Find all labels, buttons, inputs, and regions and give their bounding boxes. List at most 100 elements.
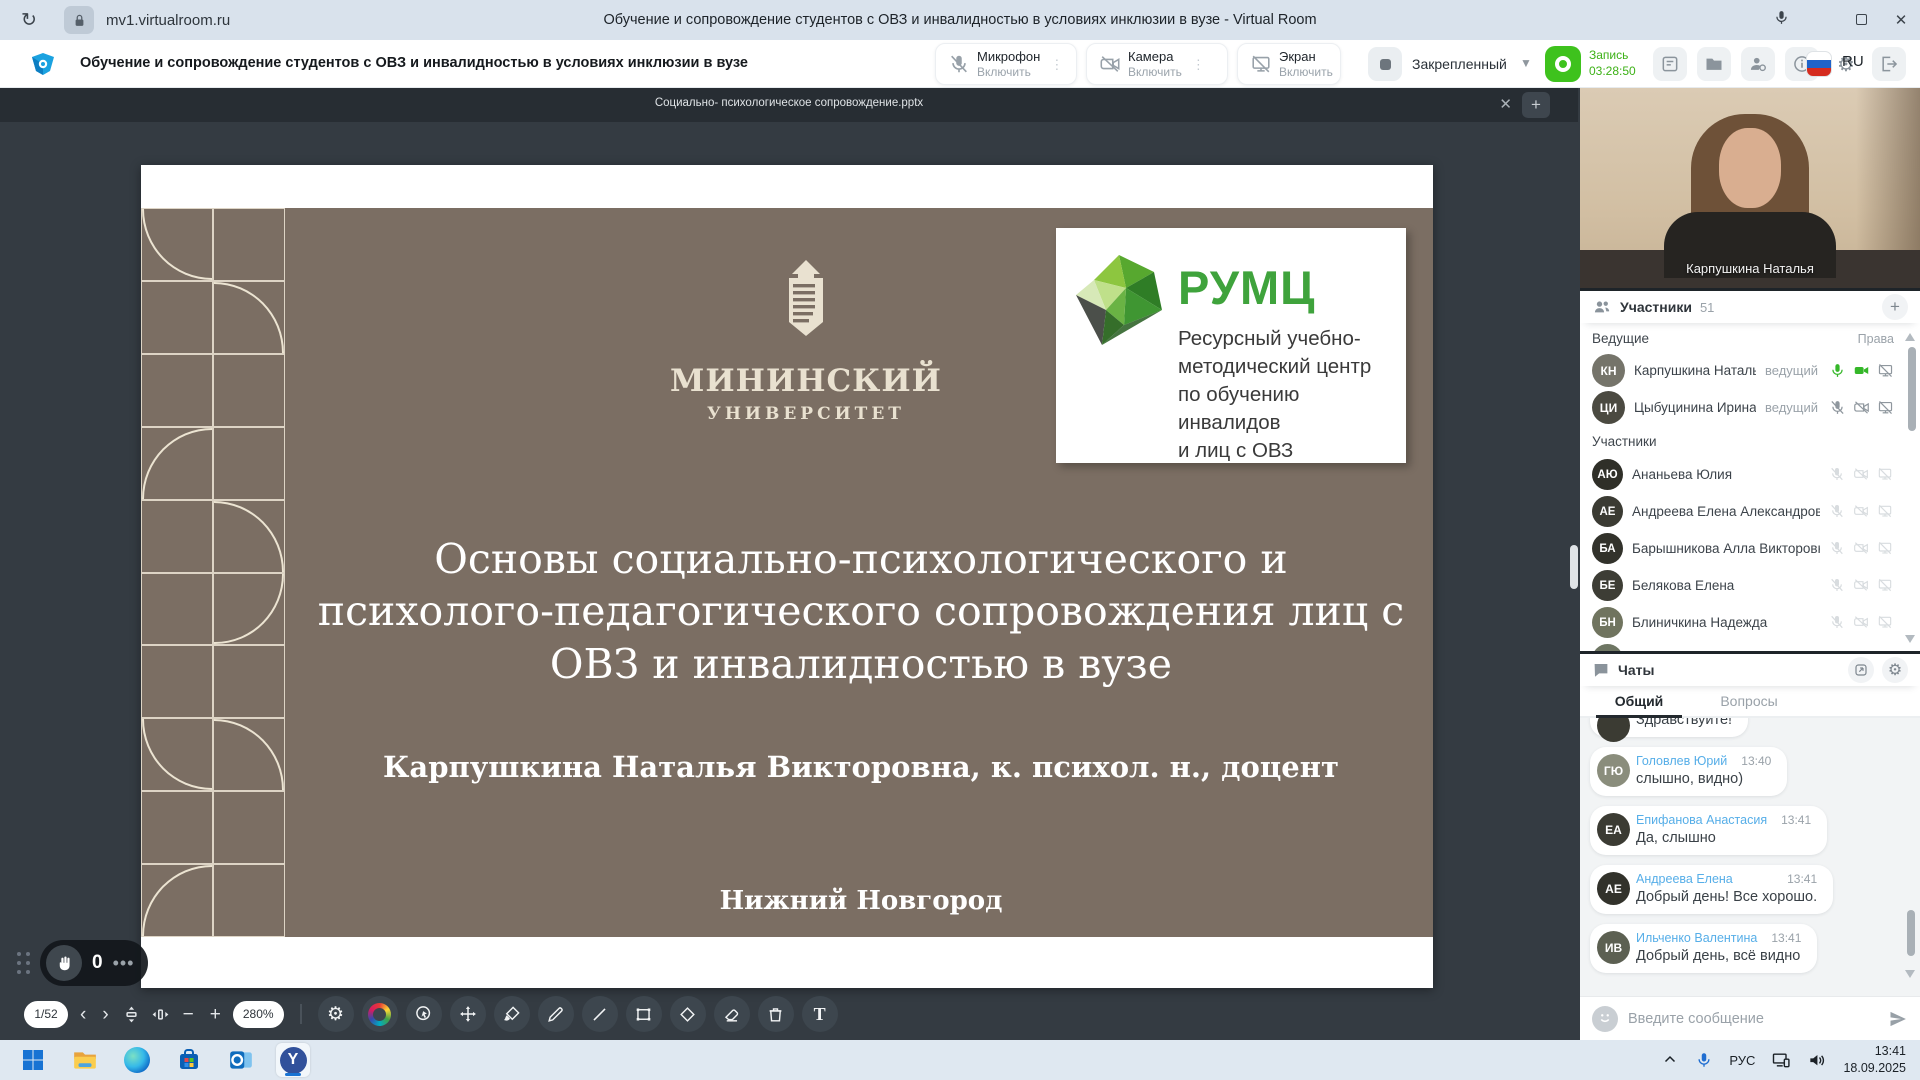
chat-scroll-down-arrow[interactable] [1905,970,1915,978]
pan-tool-button[interactable] [450,996,486,1032]
notes-panel-button[interactable] [1653,47,1687,81]
screen-off-icon[interactable] [1877,540,1894,557]
network-icon[interactable] [1771,1050,1791,1070]
edge-icon[interactable] [120,1043,154,1077]
participant-row[interactable]: БН Блиничкина Надежда [1592,604,1894,641]
chat-messages[interactable]: Здравствуйте! ГЮ Головлев Юрий13:40 слыш… [1580,718,1920,996]
zoom-out-button[interactable]: − [179,1005,198,1024]
camera-off-icon[interactable] [1853,466,1870,483]
add-participant-button[interactable]: + [1882,294,1908,320]
zoom-in-button[interactable]: + [206,1005,225,1024]
message-input[interactable] [1628,1011,1878,1027]
screen-share-button[interactable]: ЭкранВключить [1237,43,1341,85]
input-language-indicator[interactable]: РУС [1729,1053,1755,1068]
files-button[interactable] [1697,47,1731,81]
participant-row[interactable]: БЕ Белякова Елена [1592,567,1894,604]
fit-height-button[interactable] [121,1004,142,1025]
camera-on-icon[interactable] [1853,362,1870,379]
recording-indicator[interactable] [1545,46,1581,82]
leave-room-button[interactable] [1872,47,1906,81]
screen-off-icon[interactable] [1877,399,1894,416]
tab-audio-icon[interactable] [1773,9,1790,31]
host-row[interactable]: ЦИ Цыбуцинина Ирина Е... ведущий [1592,389,1894,426]
chat-settings-icon[interactable]: ⚙ [1882,657,1908,683]
mic-off-icon[interactable] [1829,399,1846,416]
language-flag-icon[interactable] [1802,47,1836,81]
document-add-icon[interactable]: + [1522,92,1550,118]
mic-off-icon[interactable] [1829,540,1846,557]
screen-off-icon[interactable] [1877,614,1894,631]
camera-toggle-button[interactable]: КамераВключить ⋮ [1086,43,1228,85]
send-message-icon[interactable] [1888,1009,1908,1029]
tray-expand-icon[interactable] [1661,1051,1679,1069]
brush-tool-button[interactable] [494,996,530,1032]
participants-scrollbar[interactable] [1908,347,1916,431]
close-button[interactable]: ✕ [1892,11,1910,29]
hand-more-dots[interactable]: ••• [113,953,135,974]
participant-row[interactable]: АЕ Андреева Елена Александровна [1592,493,1894,530]
start-button[interactable] [16,1043,50,1077]
mic-toggle-button[interactable]: МикрофонВключить ⋮ [935,43,1077,85]
camera-off-icon[interactable] [1853,540,1870,557]
color-picker-button[interactable] [362,996,398,1032]
screen-off-icon[interactable] [1877,362,1894,379]
line-tool-button[interactable] [582,996,618,1032]
slide-page[interactable]: МИНИНСКИЙ УНИВЕРСИТЕТ [141,165,1433,988]
camera-off-icon[interactable] [1853,503,1870,520]
participant-row[interactable]: АЮ Ананьева Юлия [1592,456,1894,493]
camera-off-icon[interactable] [1853,577,1870,594]
yandex-browser-icon[interactable]: Y [276,1043,310,1077]
tray-mic-icon[interactable] [1695,1051,1713,1069]
volume-icon[interactable] [1807,1050,1827,1070]
shape-tool-button[interactable] [670,996,706,1032]
layout-pin-icon[interactable] [1368,47,1402,81]
tab-questions[interactable]: Вопросы [1694,686,1804,716]
chat-scrollbar[interactable] [1907,910,1915,956]
rights-column-label[interactable]: Права [1858,332,1894,346]
mic-off-icon[interactable] [1829,503,1846,520]
tool-settings-button[interactable]: ⚙ [318,996,354,1032]
mic-off-icon[interactable] [1829,614,1846,631]
user-settings-button[interactable] [1741,47,1775,81]
toolbar-drag-grip[interactable] [14,950,32,976]
microsoft-store-icon[interactable] [172,1043,206,1077]
emoji-icon[interactable] [1592,1006,1618,1032]
screen-off-icon[interactable] [1877,503,1894,520]
outlook-icon[interactable] [224,1043,258,1077]
maximize-button[interactable] [1852,12,1870,29]
language-code[interactable]: RU [1842,53,1864,70]
chat-export-button[interactable] [1848,657,1874,683]
screen-off-icon[interactable] [1877,577,1894,594]
text-tool-button[interactable]: T [802,996,838,1032]
layout-mode-label[interactable]: Закрепленный [1412,56,1507,72]
laser-pointer-button[interactable] [406,996,442,1032]
host-row[interactable]: КН Карпушкина Наталья ... ведущий [1592,352,1894,389]
prev-slide-button[interactable]: ‹ [76,1005,90,1024]
pen-tool-button[interactable] [538,996,574,1032]
fit-width-button[interactable] [150,1004,171,1025]
scroll-up-arrow[interactable] [1905,333,1915,341]
scroll-down-arrow[interactable] [1905,635,1915,643]
screen-off-icon[interactable] [1877,466,1894,483]
tab-general[interactable]: Общий [1584,686,1694,716]
camera-off-icon[interactable] [1853,399,1870,416]
document-tab-title[interactable]: Социально- психологическое сопровождение… [0,97,1578,109]
participant-row[interactable]: БЕ Борисова Елена Сергеевна [1592,641,1894,651]
camera-menu-dots[interactable]: ⋮ [1192,62,1198,67]
mic-on-icon[interactable] [1829,362,1846,379]
sidebar-resize-handle[interactable] [1570,545,1578,589]
raise-hand-icon[interactable] [46,945,82,981]
clear-annotations-button[interactable] [758,996,794,1032]
rectangle-tool-button[interactable] [626,996,662,1032]
camera-off-icon[interactable] [1853,614,1870,631]
eraser-tool-button[interactable] [714,996,750,1032]
chevron-down-icon[interactable]: ▼ [1520,56,1532,70]
speaker-video-tile[interactable]: Карпушкина Наталья [1580,88,1920,288]
clock[interactable]: 13:41 18.09.2025 [1843,1043,1906,1077]
mic-off-icon[interactable] [1829,577,1846,594]
mic-menu-dots[interactable]: ⋮ [1050,62,1056,67]
file-explorer-icon[interactable] [68,1043,102,1077]
mic-off-icon[interactable] [1829,466,1846,483]
participant-row[interactable]: БА Барышникова Алла Викторовна [1592,530,1894,567]
document-close-icon[interactable]: ✕ [1499,95,1512,113]
